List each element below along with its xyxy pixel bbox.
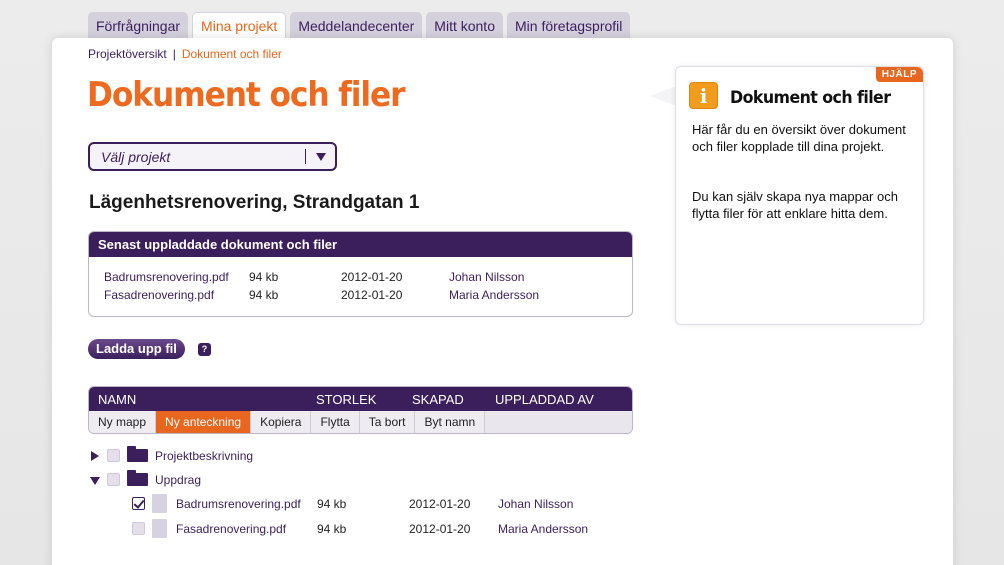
help-badge[interactable]: HJÄLP <box>875 67 923 82</box>
help-box: HJÄLP i Dokument och filer Här får du en… <box>675 66 924 325</box>
project-select[interactable]: Välj projekt <box>88 142 337 171</box>
tree-file-row: Fasadrenovering.pdf 94 kb 2012-01-20 Mar… <box>0 519 640 539</box>
folder-checkbox[interactable] <box>107 449 120 462</box>
recent-file-user[interactable]: Johan Nilsson <box>449 270 524 284</box>
move-button[interactable]: Flytta <box>311 411 360 433</box>
info-icon: i <box>689 82 718 109</box>
recent-file-user[interactable]: Maria Andersson <box>449 288 539 302</box>
recent-file-size: 94 kb <box>249 270 279 284</box>
copy-button[interactable]: Kopiera <box>251 411 312 433</box>
new-note-button[interactable]: Ny anteckning <box>156 411 252 433</box>
main-tabs: Förfrågningar Mina projekt Meddelandecen… <box>88 12 631 42</box>
tree-folder-row: Uppdrag <box>0 470 640 490</box>
rename-button[interactable]: Byt namn <box>415 411 486 433</box>
tab-min-foretagsprofil[interactable]: Min företagsprofil <box>507 12 631 40</box>
file-checkbox[interactable] <box>132 522 145 535</box>
recent-file-date: 2012-01-20 <box>341 270 403 284</box>
breadcrumb-separator: | <box>172 47 176 61</box>
question-icon[interactable]: ? <box>198 343 211 356</box>
recent-file-link[interactable]: Badrumsrenovering.pdf <box>104 270 229 284</box>
breadcrumb-root-link[interactable]: Projektöversikt <box>88 47 167 61</box>
recent-file-link[interactable]: Fasadrenovering.pdf <box>104 288 214 302</box>
breadcrumb-current: Dokument och filer <box>181 47 282 61</box>
page-title: Dokument och filer <box>87 75 406 115</box>
tab-forfragningar[interactable]: Förfrågningar <box>88 12 189 40</box>
column-size[interactable]: STORLEK <box>316 392 376 407</box>
document-icon <box>152 519 167 538</box>
file-size: 94 kb <box>317 522 347 536</box>
help-title: Dokument och filer <box>730 88 891 108</box>
collapse-icon[interactable] <box>90 477 100 485</box>
recent-file-size: 94 kb <box>249 288 279 302</box>
project-title: Lägenhetsrenovering, Strandgatan 1 <box>89 192 420 213</box>
file-date: 2012-01-20 <box>409 497 471 511</box>
expand-icon[interactable] <box>91 451 99 461</box>
tab-meddelandecenter[interactable]: Meddelandecenter <box>290 12 423 40</box>
new-folder-button[interactable]: Ny mapp <box>89 411 157 433</box>
folder-icon <box>127 470 148 486</box>
tree-folder-row: Projektbeskrivning <box>0 446 640 466</box>
folder-icon <box>127 446 148 462</box>
folder-name[interactable]: Projektbeskrivning <box>155 449 253 463</box>
upload-file-button[interactable]: Ladda upp fil <box>88 339 185 359</box>
file-name[interactable]: Badrumsrenovering.pdf <box>176 497 301 511</box>
project-select-placeholder: Välj projekt <box>101 148 171 165</box>
file-name[interactable]: Fasadrenovering.pdf <box>176 522 286 536</box>
column-name[interactable]: NAMN <box>98 392 136 407</box>
file-table-header: NAMN STORLEK SKAPAD UPPLADDAD AV <box>89 387 632 411</box>
folder-checkbox[interactable] <box>107 473 120 486</box>
tab-mitt-konto[interactable]: Mitt konto <box>426 12 503 40</box>
tree-file-row: Badrumsrenovering.pdf 94 kb 2012-01-20 J… <box>0 494 640 514</box>
select-divider <box>305 149 306 164</box>
file-size: 94 kb <box>317 497 347 511</box>
folder-name[interactable]: Uppdrag <box>155 473 201 487</box>
recent-file-date: 2012-01-20 <box>341 288 403 302</box>
file-user[interactable]: Johan Nilsson <box>498 497 573 511</box>
recent-row: Fasadrenovering.pdf 94 kb 2012-01-20 Mar… <box>89 288 632 306</box>
delete-button[interactable]: Ta bort <box>359 411 416 433</box>
file-toolbar: Ny mapp Ny anteckning Kopiera Flytta Ta … <box>89 411 632 433</box>
file-checkbox[interactable] <box>132 497 145 510</box>
help-paragraph: Här får du en översikt över dokument och… <box>692 122 906 154</box>
recent-uploads-box: Senast uppladdade dokument och filer Bad… <box>88 231 633 317</box>
document-icon <box>152 494 167 513</box>
column-uploaded-by[interactable]: UPPLADDAD AV <box>495 392 594 407</box>
file-user[interactable]: Maria Andersson <box>498 522 588 536</box>
recent-row: Badrumsrenovering.pdf 94 kb 2012-01-20 J… <box>89 270 632 288</box>
column-created[interactable]: SKAPAD <box>412 392 464 407</box>
help-pointer <box>650 86 676 106</box>
chevron-down-icon <box>316 153 326 161</box>
recent-uploads-heading: Senast uppladdade dokument och filer <box>89 232 632 257</box>
file-date: 2012-01-20 <box>409 522 471 536</box>
file-table: NAMN STORLEK SKAPAD UPPLADDAD AV Ny mapp… <box>88 386 633 434</box>
help-paragraph: Du kan själv skapa nya mappar och flytta… <box>692 189 898 221</box>
breadcrumb: Projektöversikt | Dokument och filer <box>88 47 282 61</box>
